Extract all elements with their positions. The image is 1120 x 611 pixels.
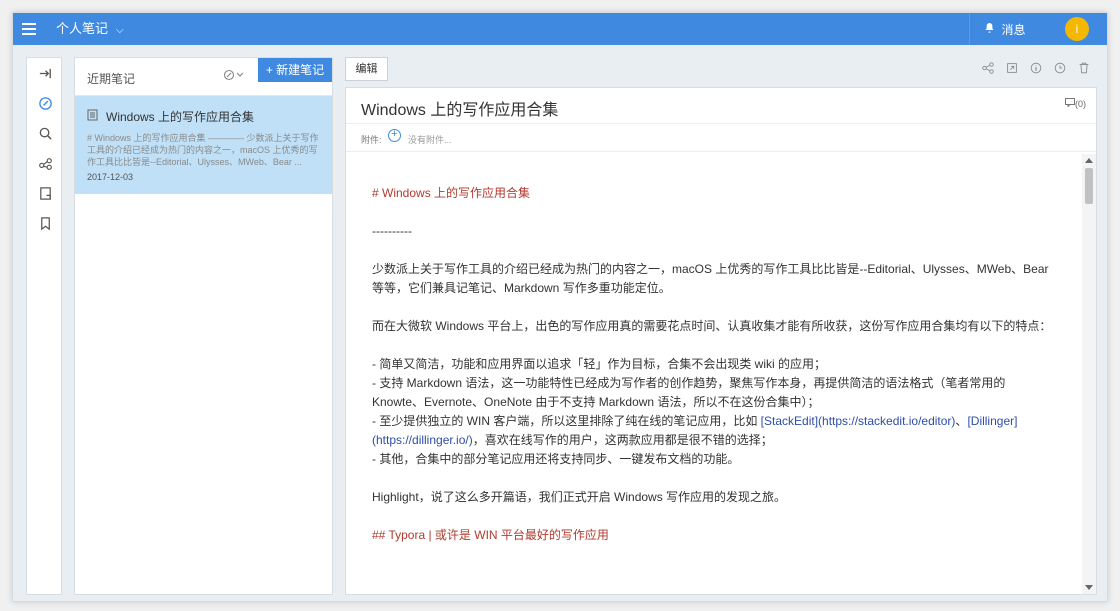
share-icon[interactable] [981, 61, 995, 75]
md-list-item: - 支持 Markdown 语法，这一功能特性已经成为写作者的创作趋势，聚焦写作… [372, 376, 1006, 409]
md-paragraph: 而在大微软 Windows 平台上，出色的写作应用真的需要花点时间、认真收集才能… [372, 319, 1052, 333]
notebook-selector[interactable]: 个人笔记 ⌵ [56, 13, 124, 45]
notebook-label: 个人笔记 [56, 21, 109, 36]
share-icon[interactable] [27, 148, 63, 178]
doc-title-row: Windows 上的写作应用合集 (0) [346, 88, 1096, 124]
md-link[interactable]: [StackEdit](https://stackedit.io/editor) [761, 414, 956, 428]
scroll-down-icon[interactable] [1085, 585, 1093, 590]
md-heading-1: # Windows 上的写作应用合集 [372, 186, 531, 200]
bell-icon [983, 21, 996, 37]
md-list-item: - 其他，合集中的部分笔记应用还将支持同步、一键发布文档的功能。 [372, 452, 740, 466]
note-list-panel: 近期笔记 + 新建笔记 Windows 上的写作应用合集 # Windows 上… [74, 57, 333, 595]
md-paragraph: Highlight，说了这么多开篇语，我们正式开启 Windows 写作应用的发… [372, 490, 787, 504]
attachment-label: 附件: [361, 135, 382, 145]
menu-icon[interactable] [13, 13, 45, 45]
editor-toolbar: 编辑 [345, 57, 1097, 83]
note-excerpt: # Windows 上的写作应用合集 ———— 少数派上关于写作工具的介绍已经成… [87, 133, 319, 167]
md-paragraph: 少数派上关于写作工具的介绍已经成为热门的内容之一，macOS 上优秀的写作工具比… [372, 262, 1049, 295]
document-icon [87, 109, 98, 124]
md-rule: ---------- [372, 224, 412, 238]
left-rail [26, 57, 62, 595]
markdown-content[interactable]: # Windows 上的写作应用合集 ---------- 少数派上关于写作工具… [346, 154, 1082, 594]
list-item[interactable]: Windows 上的写作应用合集 # Windows 上的写作应用合集 ————… [75, 96, 332, 194]
export-icon[interactable] [1005, 61, 1019, 75]
md-heading-2: ## Typora | 或许是 WIN 平台最好的写作应用 [372, 528, 609, 542]
page-title[interactable]: Windows 上的写作应用合集 [361, 96, 558, 120]
note-card-title: Windows 上的写作应用合集 [87, 108, 320, 125]
collapse-icon[interactable] [27, 58, 63, 88]
comment-count[interactable]: (0) [1065, 98, 1086, 109]
scrollbar[interactable] [1082, 154, 1096, 594]
scroll-up-icon[interactable] [1085, 158, 1093, 163]
md-list: - 简单又简洁，功能和应用界面以追求「轻」作为目标，合集不会出现类 wiki 的… [372, 355, 1056, 469]
toolbar-icons [981, 61, 1091, 75]
md-list-separator: 、 [955, 414, 968, 428]
info-icon[interactable] [1029, 61, 1043, 75]
app-window: 个人笔记 ⌵ 消息 i 近期笔记 + 新建笔记 Windows 上的写作应用合集… [12, 12, 1108, 602]
messages-button[interactable]: 消息 [969, 13, 1039, 45]
attachment-empty-text: 没有附件... [408, 135, 452, 145]
add-attachment-icon[interactable]: + [388, 129, 401, 142]
edit-notes-icon[interactable] [27, 88, 63, 118]
editor-panel: Windows 上的写作应用合集 (0) 附件: + 没有附件... # Win… [345, 87, 1097, 595]
attachment-row: 附件: + 没有附件... [346, 124, 1096, 152]
md-list-item: - 至少提供独立的 WIN 客户端，所以这里排除了纯在线的笔记应用，比如 [372, 414, 761, 428]
new-note-button[interactable]: + 新建笔记 [258, 58, 332, 82]
comment-icon [1065, 98, 1075, 109]
note-date: 2017-12-03 [87, 172, 134, 182]
note-list-header: 近期笔记 + 新建笔记 [75, 58, 332, 96]
md-list-item-tail: ，喜欢在线写作的用户，这两款应用都是很不错的选择； [472, 433, 773, 447]
top-bar: 个人笔记 ⌵ 消息 i [13, 13, 1107, 45]
trash-icon[interactable] [1077, 61, 1091, 75]
chevron-down-icon: ⌵ [116, 25, 124, 36]
avatar[interactable]: i [1065, 17, 1089, 41]
note-list-title: 近期笔记 [87, 72, 136, 86]
notebook-icon[interactable] [27, 178, 63, 208]
edit-button[interactable]: 编辑 [345, 57, 388, 81]
search-icon[interactable] [27, 118, 63, 148]
scrollbar-thumb[interactable] [1085, 168, 1093, 204]
bookmark-icon[interactable] [27, 208, 63, 238]
md-list-item: - 简单又简洁，功能和应用界面以追求「轻」作为目标，合集不会出现类 wiki 的… [372, 357, 826, 371]
history-icon[interactable] [1053, 61, 1067, 75]
note-title-text: Windows 上的写作应用合集 [106, 110, 255, 124]
messages-label: 消息 [1001, 22, 1026, 37]
sort-icon[interactable] [223, 69, 245, 84]
comment-count-text: (0) [1075, 99, 1086, 109]
